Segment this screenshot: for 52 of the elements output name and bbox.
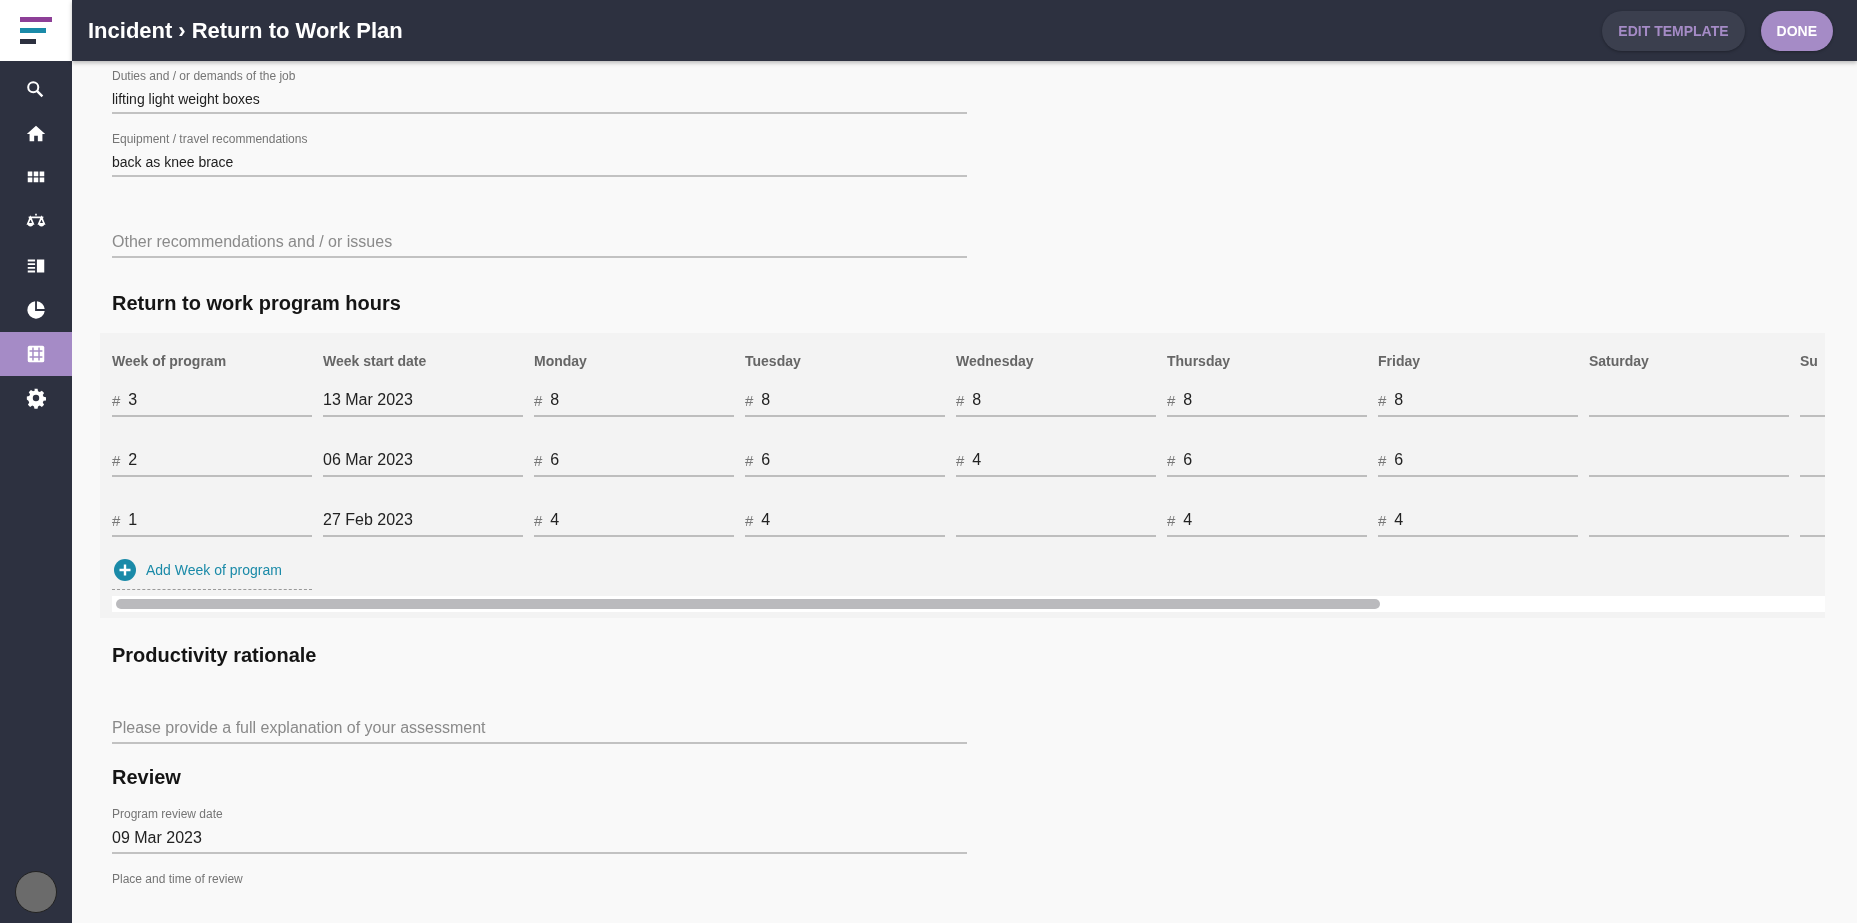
scrollbar[interactable] [112, 596, 1825, 612]
hours-input[interactable]: # 6 [1167, 439, 1367, 477]
breadcrumb-link[interactable]: Incident [88, 17, 173, 44]
column-header: Friday [1378, 352, 1421, 371]
field-label: Equipment / travel recommendations [112, 132, 309, 146]
hours-input[interactable]: # 4 [1167, 499, 1367, 537]
column-header: Week start date [323, 352, 428, 371]
column-header: Wednesday [956, 352, 1035, 371]
column-header: Tuesday [745, 352, 802, 371]
field-label: Place and time of review [112, 872, 244, 886]
hours-input[interactable]: # 6 [1378, 439, 1578, 477]
hours-input[interactable]: # 8 [1378, 379, 1578, 417]
hours-input[interactable]: # 2 [112, 439, 312, 477]
hours-input[interactable]: # 8 [1167, 379, 1367, 417]
hours-input[interactable]: # 4 [534, 499, 734, 537]
hours-input[interactable]: 13 Mar 2023 [323, 379, 523, 417]
section-heading: Productivity rationale [112, 644, 318, 667]
breadcrumb-separator: › [178, 17, 186, 44]
hours-input[interactable]: # 8 [745, 379, 945, 417]
plus-circle-icon [114, 559, 136, 581]
page-title: Return to Work Plan [191, 17, 403, 44]
hours-input[interactable]: 06 Mar 2023 [323, 439, 523, 477]
hours-input[interactable]: # 3 [112, 379, 312, 417]
hours-input[interactable]: # 4 [1378, 499, 1578, 537]
field-value[interactable]: lifting light weight boxes [112, 91, 967, 107]
column-header: Week of program [112, 352, 228, 371]
hours-input[interactable]: # 8 [956, 379, 1156, 417]
hours-input[interactable]: # 1 [112, 499, 312, 537]
settings-icon [25, 387, 47, 409]
scrollbar-thumb[interactable] [116, 599, 1380, 609]
section-heading: Review [112, 766, 182, 789]
add-week-button[interactable]: Add Week of program [114, 559, 282, 581]
field-value[interactable]: 09 Mar 2023 [112, 829, 967, 847]
edit-template-button[interactable]: EDIT TEMPLATE [1602, 10, 1745, 51]
column-header: Su [1800, 352, 1819, 371]
column-header: Saturday [1589, 352, 1650, 371]
logo-icon [20, 16, 52, 45]
hours-input[interactable]: # 4 [956, 439, 1156, 477]
field-label: Duties and / or demands of the job [112, 69, 297, 83]
field-value[interactable]: back as knee brace [112, 154, 967, 170]
hours-input[interactable]: # 4 [745, 499, 945, 537]
hours-input[interactable]: # 6 [745, 439, 945, 477]
hours-input[interactable]: 27 Feb 2023 [323, 499, 523, 537]
table-icon [25, 343, 47, 365]
field-label: Program review date [112, 807, 224, 821]
hours-input[interactable]: # 6 [534, 439, 734, 477]
column-header: Thursday [1167, 352, 1231, 371]
section-heading: Return to work program hours [112, 292, 402, 315]
pie-chart-icon [25, 299, 47, 321]
hours-input[interactable]: # 8 [534, 379, 734, 417]
column-header: Monday [534, 352, 588, 371]
avatar[interactable] [15, 871, 57, 913]
